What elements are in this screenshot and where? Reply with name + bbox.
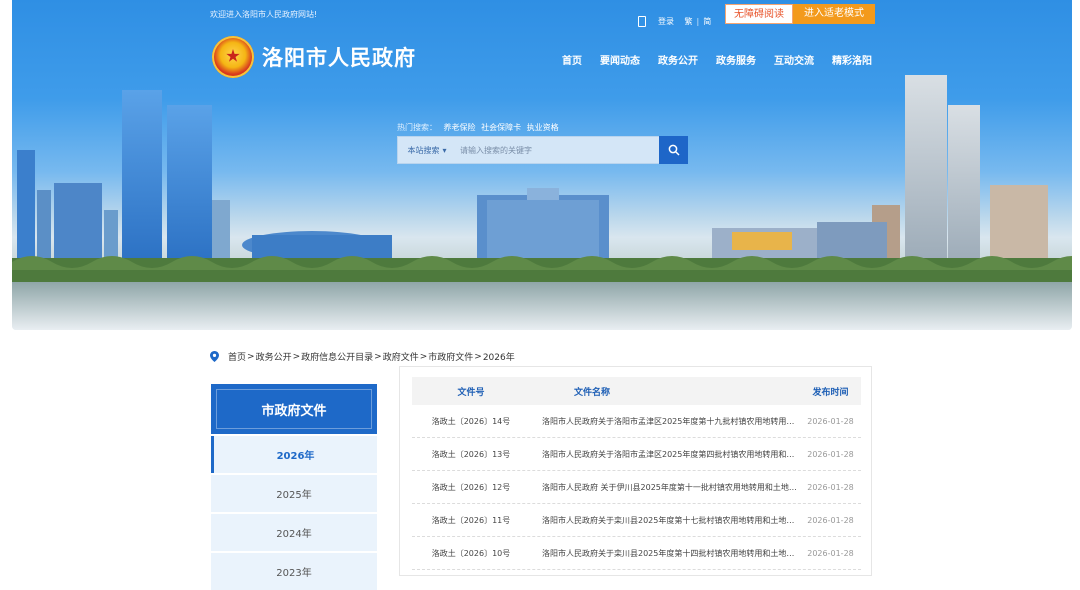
elder-mode-button[interactable]: 进入适老模式: [793, 4, 875, 24]
main-nav: 首页 要闻动态 政务公开 政务服务 互动交流 精彩洛阳: [553, 52, 881, 67]
table-row[interactable]: 洛政土〔2026〕12号 洛阳市人民政府 关于伊川县2025年度第十一批村镇农用…: [412, 471, 861, 504]
divider: |: [696, 17, 700, 26]
nav-gov-services[interactable]: 政务服务: [707, 52, 765, 67]
site-logo[interactable]: 洛阳市人民政府: [212, 36, 416, 78]
mobile-icon[interactable]: [638, 16, 646, 27]
column-header-number: 文件号: [457, 387, 485, 398]
nav-interaction[interactable]: 互动交流: [765, 52, 823, 67]
nav-gov-affairs[interactable]: 政务公开: [649, 52, 707, 67]
divider: [678, 17, 681, 26]
nav-home[interactable]: 首页: [553, 52, 591, 67]
doc-date: 2026-01-28: [807, 482, 854, 492]
traditional-chinese-link[interactable]: 繁: [685, 16, 693, 27]
doc-date: 2026-01-28: [807, 416, 854, 426]
doc-number: 洛政土〔2026〕12号: [431, 482, 511, 492]
nav-luoyang[interactable]: 精彩洛阳: [823, 52, 881, 67]
national-emblem-icon: [212, 36, 254, 78]
doc-date: 2026-01-28: [807, 515, 854, 525]
table-header: 文件号 文件名称 发布时间: [412, 377, 861, 405]
search-scope-select[interactable]: 本站搜索 ▾: [398, 137, 456, 163]
breadcrumb: 首页 > 政务公开 > 政府信息公开目录 > 政府文件 > 市政府文件 > 20…: [210, 350, 516, 363]
sidebar: 市政府文件 2026年 2025年 2024年 2023年: [211, 384, 377, 590]
sidebar-item-2024[interactable]: 2024年: [211, 514, 377, 551]
breadcrumb-sep: >: [474, 351, 482, 362]
breadcrumb-item[interactable]: 政府信息公开目录: [301, 350, 373, 363]
hot-search-label: 热门搜索：: [397, 123, 437, 132]
table-row[interactable]: 洛政土〔2026〕11号 洛阳市人民政府关于栾川县2025年度第十七批村镇农用地…: [412, 504, 861, 537]
search-scope-label: 本站搜索: [407, 145, 440, 155]
location-pin-icon: [210, 351, 219, 362]
doc-title-link[interactable]: 洛阳市人民政府关于栾川县2025年度第十四批村镇农用地转用和土地征收的批复: [530, 548, 800, 559]
doc-number: 洛政土〔2026〕13号: [431, 449, 511, 459]
city-skyline-image: [12, 75, 1072, 330]
hot-search-item[interactable]: 养老保险: [444, 123, 476, 132]
hot-search-item[interactable]: 执业资格: [527, 123, 559, 132]
column-header-title: 文件名称: [574, 387, 611, 398]
sidebar-item-2025[interactable]: 2025年: [211, 475, 377, 512]
sidebar-title: 市政府文件: [211, 384, 377, 434]
search-bar: 本站搜索 ▾: [397, 136, 688, 164]
hot-search-item[interactable]: 社会保障卡: [481, 123, 521, 132]
breadcrumb-sep: >: [247, 351, 255, 362]
login-link[interactable]: 登录: [658, 16, 674, 27]
table-row[interactable]: 洛政土〔2026〕14号 洛阳市人民政府关于洛阳市孟津区2025年度第十九批村镇…: [412, 405, 861, 438]
breadcrumb-item[interactable]: 政务公开: [256, 350, 292, 363]
site-title: 洛阳市人民政府: [262, 46, 416, 70]
column-header-date: 发布时间: [812, 387, 849, 398]
breadcrumb-sep: >: [292, 351, 301, 362]
simplified-chinese-link[interactable]: 简: [703, 16, 711, 27]
welcome-text: 欢迎进入洛阳市人民政府网站!: [210, 10, 318, 19]
table-row[interactable]: 洛政土〔2026〕13号 洛阳市人民政府关于洛阳市孟津区2025年度第四批村镇农…: [412, 438, 861, 471]
search-button[interactable]: [659, 136, 688, 164]
doc-title-link[interactable]: 洛阳市人民政府关于栾川县2025年度第十七批村镇农用地转用和土地征收的批复: [530, 515, 800, 526]
doc-number: 洛政土〔2026〕14号: [431, 416, 511, 426]
nav-news[interactable]: 要闻动态: [591, 52, 649, 67]
doc-date: 2026-01-28: [807, 449, 854, 459]
sidebar-item-2023[interactable]: 2023年: [211, 553, 377, 590]
breadcrumb-sep: >: [419, 351, 428, 362]
breadcrumb-item[interactable]: 首页: [228, 350, 246, 363]
chevron-down-icon: ▾: [442, 145, 447, 155]
doc-date: 2026-01-28: [807, 548, 854, 558]
breadcrumb-sep: >: [374, 351, 382, 362]
doc-number: 洛政土〔2026〕11号: [431, 515, 511, 525]
sidebar-item-2026[interactable]: 2026年: [211, 436, 377, 473]
accessible-reading-button[interactable]: 无障碍阅读: [725, 4, 793, 24]
breadcrumb-item[interactable]: 市政府文件: [428, 350, 473, 363]
hero-banner: 欢迎进入洛阳市人民政府网站! 登录 繁 | 简 无障碍阅读 进入适老模式 洛阳市…: [12, 0, 1072, 330]
search-icon: [668, 144, 680, 156]
table-row[interactable]: 洛政土〔2026〕10号 洛阳市人民政府关于栾川县2025年度第十四批村镇农用地…: [412, 537, 861, 570]
hot-search: 热门搜索： 养老保险 社会保障卡 执业资格: [397, 122, 562, 133]
search-input[interactable]: [456, 137, 659, 163]
breadcrumb-item[interactable]: 2026年: [483, 350, 515, 363]
doc-title-link[interactable]: 洛阳市人民政府关于洛阳市孟津区2025年度第十九批村镇农用地转用和土地征收的批复: [530, 416, 800, 427]
breadcrumb-item[interactable]: 政府文件: [383, 350, 419, 363]
doc-title-link[interactable]: 洛阳市人民政府 关于伊川县2025年度第十一批村镇农用地转用和土地征收的批复: [530, 482, 800, 493]
top-links: 登录 繁 | 简: [638, 16, 711, 27]
doc-title-link[interactable]: 洛阳市人民政府关于洛阳市孟津区2025年度第四批村镇农用地转用和土地征收的批复: [530, 449, 800, 460]
document-table: 文件号 文件名称 发布时间 洛政土〔2026〕14号 洛阳市人民政府关于洛阳市孟…: [399, 366, 872, 576]
doc-number: 洛政土〔2026〕10号: [431, 548, 511, 558]
